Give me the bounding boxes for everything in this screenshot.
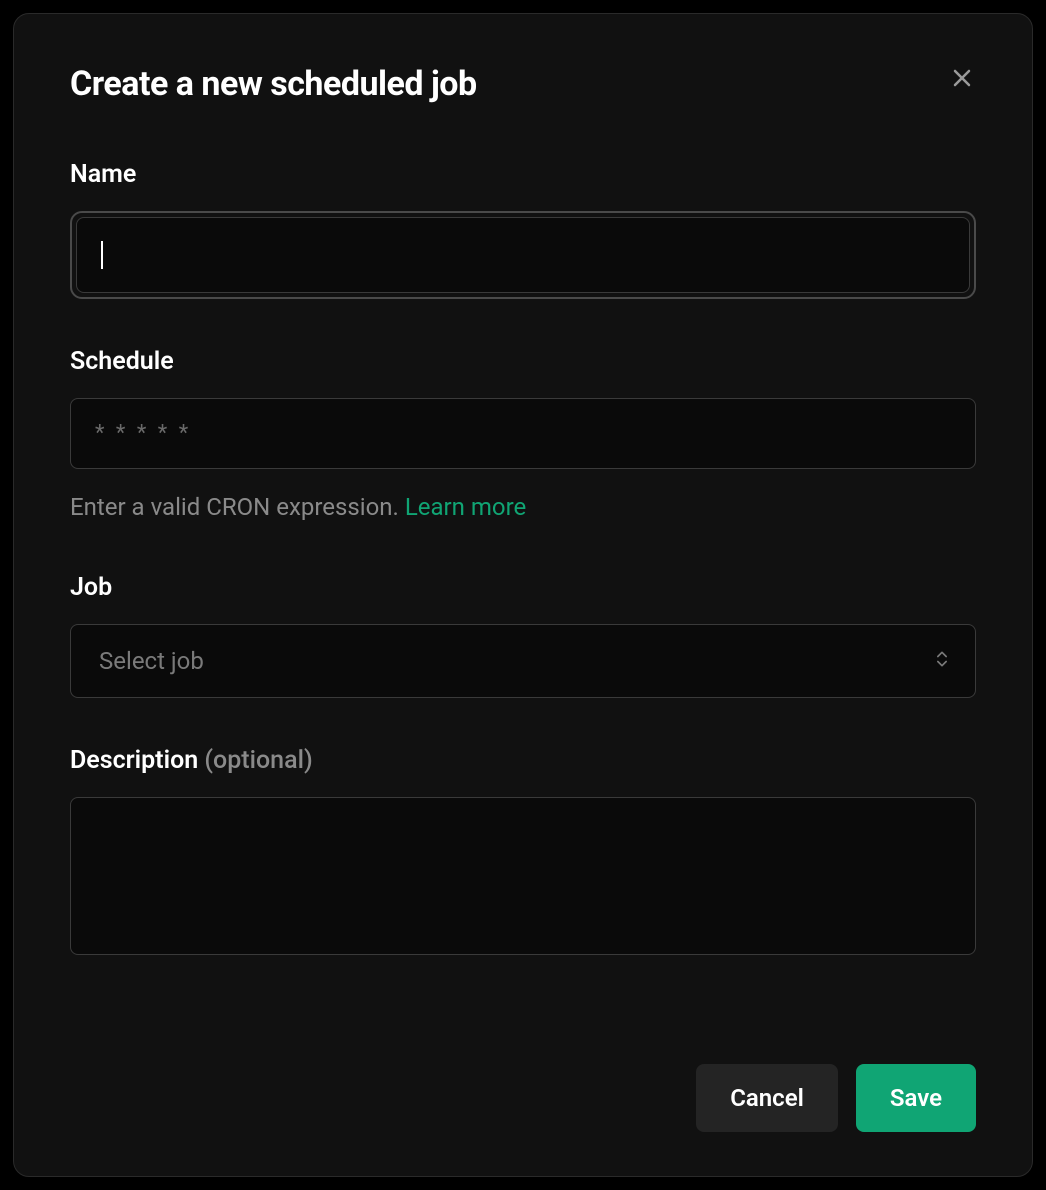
name-label: Name <box>70 160 976 189</box>
description-field-group: Description (optional) <box>70 746 976 959</box>
job-field-group: Job Select job <box>70 573 976 698</box>
name-field-group: Name <box>70 160 976 299</box>
learn-more-link[interactable]: Learn more <box>405 493 526 521</box>
create-scheduled-job-modal: Create a new scheduled job Name Schedule… <box>13 13 1033 1177</box>
save-button[interactable]: Save <box>856 1064 976 1132</box>
schedule-label: Schedule <box>70 347 976 376</box>
schedule-helper-text: Enter a valid CRON expression. Learn mor… <box>70 491 976 525</box>
job-select-placeholder: Select job <box>99 647 204 675</box>
description-label: Description (optional) <box>70 746 976 775</box>
close-icon <box>950 66 974 93</box>
modal-header: Create a new scheduled job <box>70 64 976 104</box>
cancel-button[interactable]: Cancel <box>696 1064 838 1132</box>
close-button[interactable] <box>944 60 980 99</box>
schedule-helper-text-content: Enter a valid CRON expression. <box>70 493 405 521</box>
job-select[interactable]: Select job <box>70 624 976 698</box>
modal-footer: Cancel Save <box>70 1064 976 1132</box>
description-label-text: Description <box>70 746 204 775</box>
job-label: Job <box>70 573 976 602</box>
text-cursor <box>101 241 103 269</box>
description-textarea[interactable] <box>70 797 976 955</box>
job-select-wrapper: Select job <box>70 624 976 698</box>
schedule-field-group: Schedule Enter a valid CRON expression. … <box>70 347 976 525</box>
modal-title: Create a new scheduled job <box>70 64 477 104</box>
name-input[interactable] <box>76 217 970 293</box>
name-focus-ring <box>70 211 976 299</box>
schedule-input[interactable] <box>70 398 976 469</box>
optional-tag: (optional) <box>204 746 312 775</box>
